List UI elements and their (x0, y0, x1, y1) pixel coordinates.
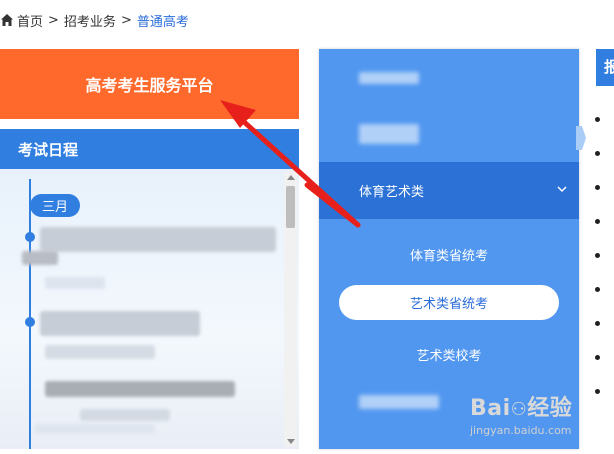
baidu-jingyan-watermark: Bai⚇经验 jingyan.baidu.com (470, 390, 610, 444)
blurred-event-date (80, 409, 170, 421)
month-label-text: 三月 (41, 200, 68, 215)
menu-item-blurred[interactable] (359, 124, 419, 144)
list-bullet (595, 151, 600, 156)
breadcrumb-separator: > (120, 12, 132, 28)
blurred-event-date (45, 277, 105, 289)
menu-item-sports-arts-label: 体育艺术类 (359, 185, 425, 200)
menu-item-blurred[interactable] (359, 395, 439, 409)
breadcrumb-business-link[interactable]: 招考业务 (64, 11, 116, 30)
blurred-event[interactable] (45, 345, 155, 359)
blurred-event-icon (22, 251, 58, 265)
sub-item-arts-provincial[interactable]: 艺术类省统考 (339, 285, 559, 320)
menu-item-sports-arts[interactable]: 体育艺术类 (319, 162, 579, 219)
blurred-event[interactable] (40, 311, 200, 336)
blurred-event[interactable] (35, 424, 155, 434)
list-bullet (595, 117, 600, 122)
sub-item-arts-provincial-label: 艺术类省统考 (409, 297, 488, 312)
month-label: 三月 (30, 194, 80, 217)
category-menu: 体育艺术类 体育类省统考 艺术类省统考 艺术类校考 (319, 49, 579, 449)
blurred-event[interactable] (45, 381, 235, 397)
right-panel-header: 报 (596, 49, 614, 86)
menu-item-blurred[interactable] (359, 72, 419, 84)
schedule-scrollbar[interactable] (284, 172, 297, 447)
chevron-down-icon[interactable] (557, 184, 567, 194)
timeline-dot (25, 317, 35, 327)
watermark-url: jingyan.baidu.com (470, 424, 572, 437)
sub-item-sports-provincial[interactable]: 体育类省统考 (319, 245, 579, 264)
schedule-header: 考试日程 (0, 129, 299, 169)
scroll-down-icon[interactable] (287, 439, 295, 444)
timeline-dot (25, 232, 35, 242)
list-bullet (595, 321, 600, 326)
scroll-thumb[interactable] (286, 186, 295, 228)
scroll-up-icon[interactable] (287, 175, 295, 180)
schedule-title: 考试日程 (18, 140, 79, 159)
service-platform-banner[interactable]: 高考考生服务平台 (0, 49, 299, 119)
breadcrumb-home-link[interactable]: 首页 (17, 11, 43, 30)
sub-item-arts-school-label: 艺术类校考 (416, 349, 482, 364)
list-bullet (595, 185, 600, 190)
banner-title: 高考考生服务平台 (85, 76, 214, 95)
list-bullet (595, 253, 600, 258)
breadcrumb: 首页 > 招考业务 > 普通高考 (0, 10, 189, 30)
home-icon[interactable] (0, 13, 14, 27)
menu-collapse-tab[interactable] (576, 126, 586, 150)
breadcrumb-current: 普通高考 (136, 14, 189, 30)
breadcrumb-separator: > (48, 12, 59, 28)
right-panel-header-text: 报 (604, 58, 614, 76)
list-bullet (595, 287, 600, 292)
page: 首页 > 招考业务 > 普通高考 高考考生服务平台 考试日程 三月 体育艺术类 … (0, 0, 614, 454)
watermark-logo: Bai⚇经验 (470, 396, 573, 421)
schedule-timeline: 三月 (0, 169, 299, 449)
list-bullet (595, 219, 600, 224)
blurred-event[interactable] (40, 227, 276, 252)
list-bullet (595, 355, 600, 360)
sub-item-sports-provincial-label: 体育类省统考 (409, 249, 488, 264)
timeline-line (29, 179, 31, 449)
sub-item-arts-school[interactable]: 艺术类校考 (319, 345, 579, 364)
